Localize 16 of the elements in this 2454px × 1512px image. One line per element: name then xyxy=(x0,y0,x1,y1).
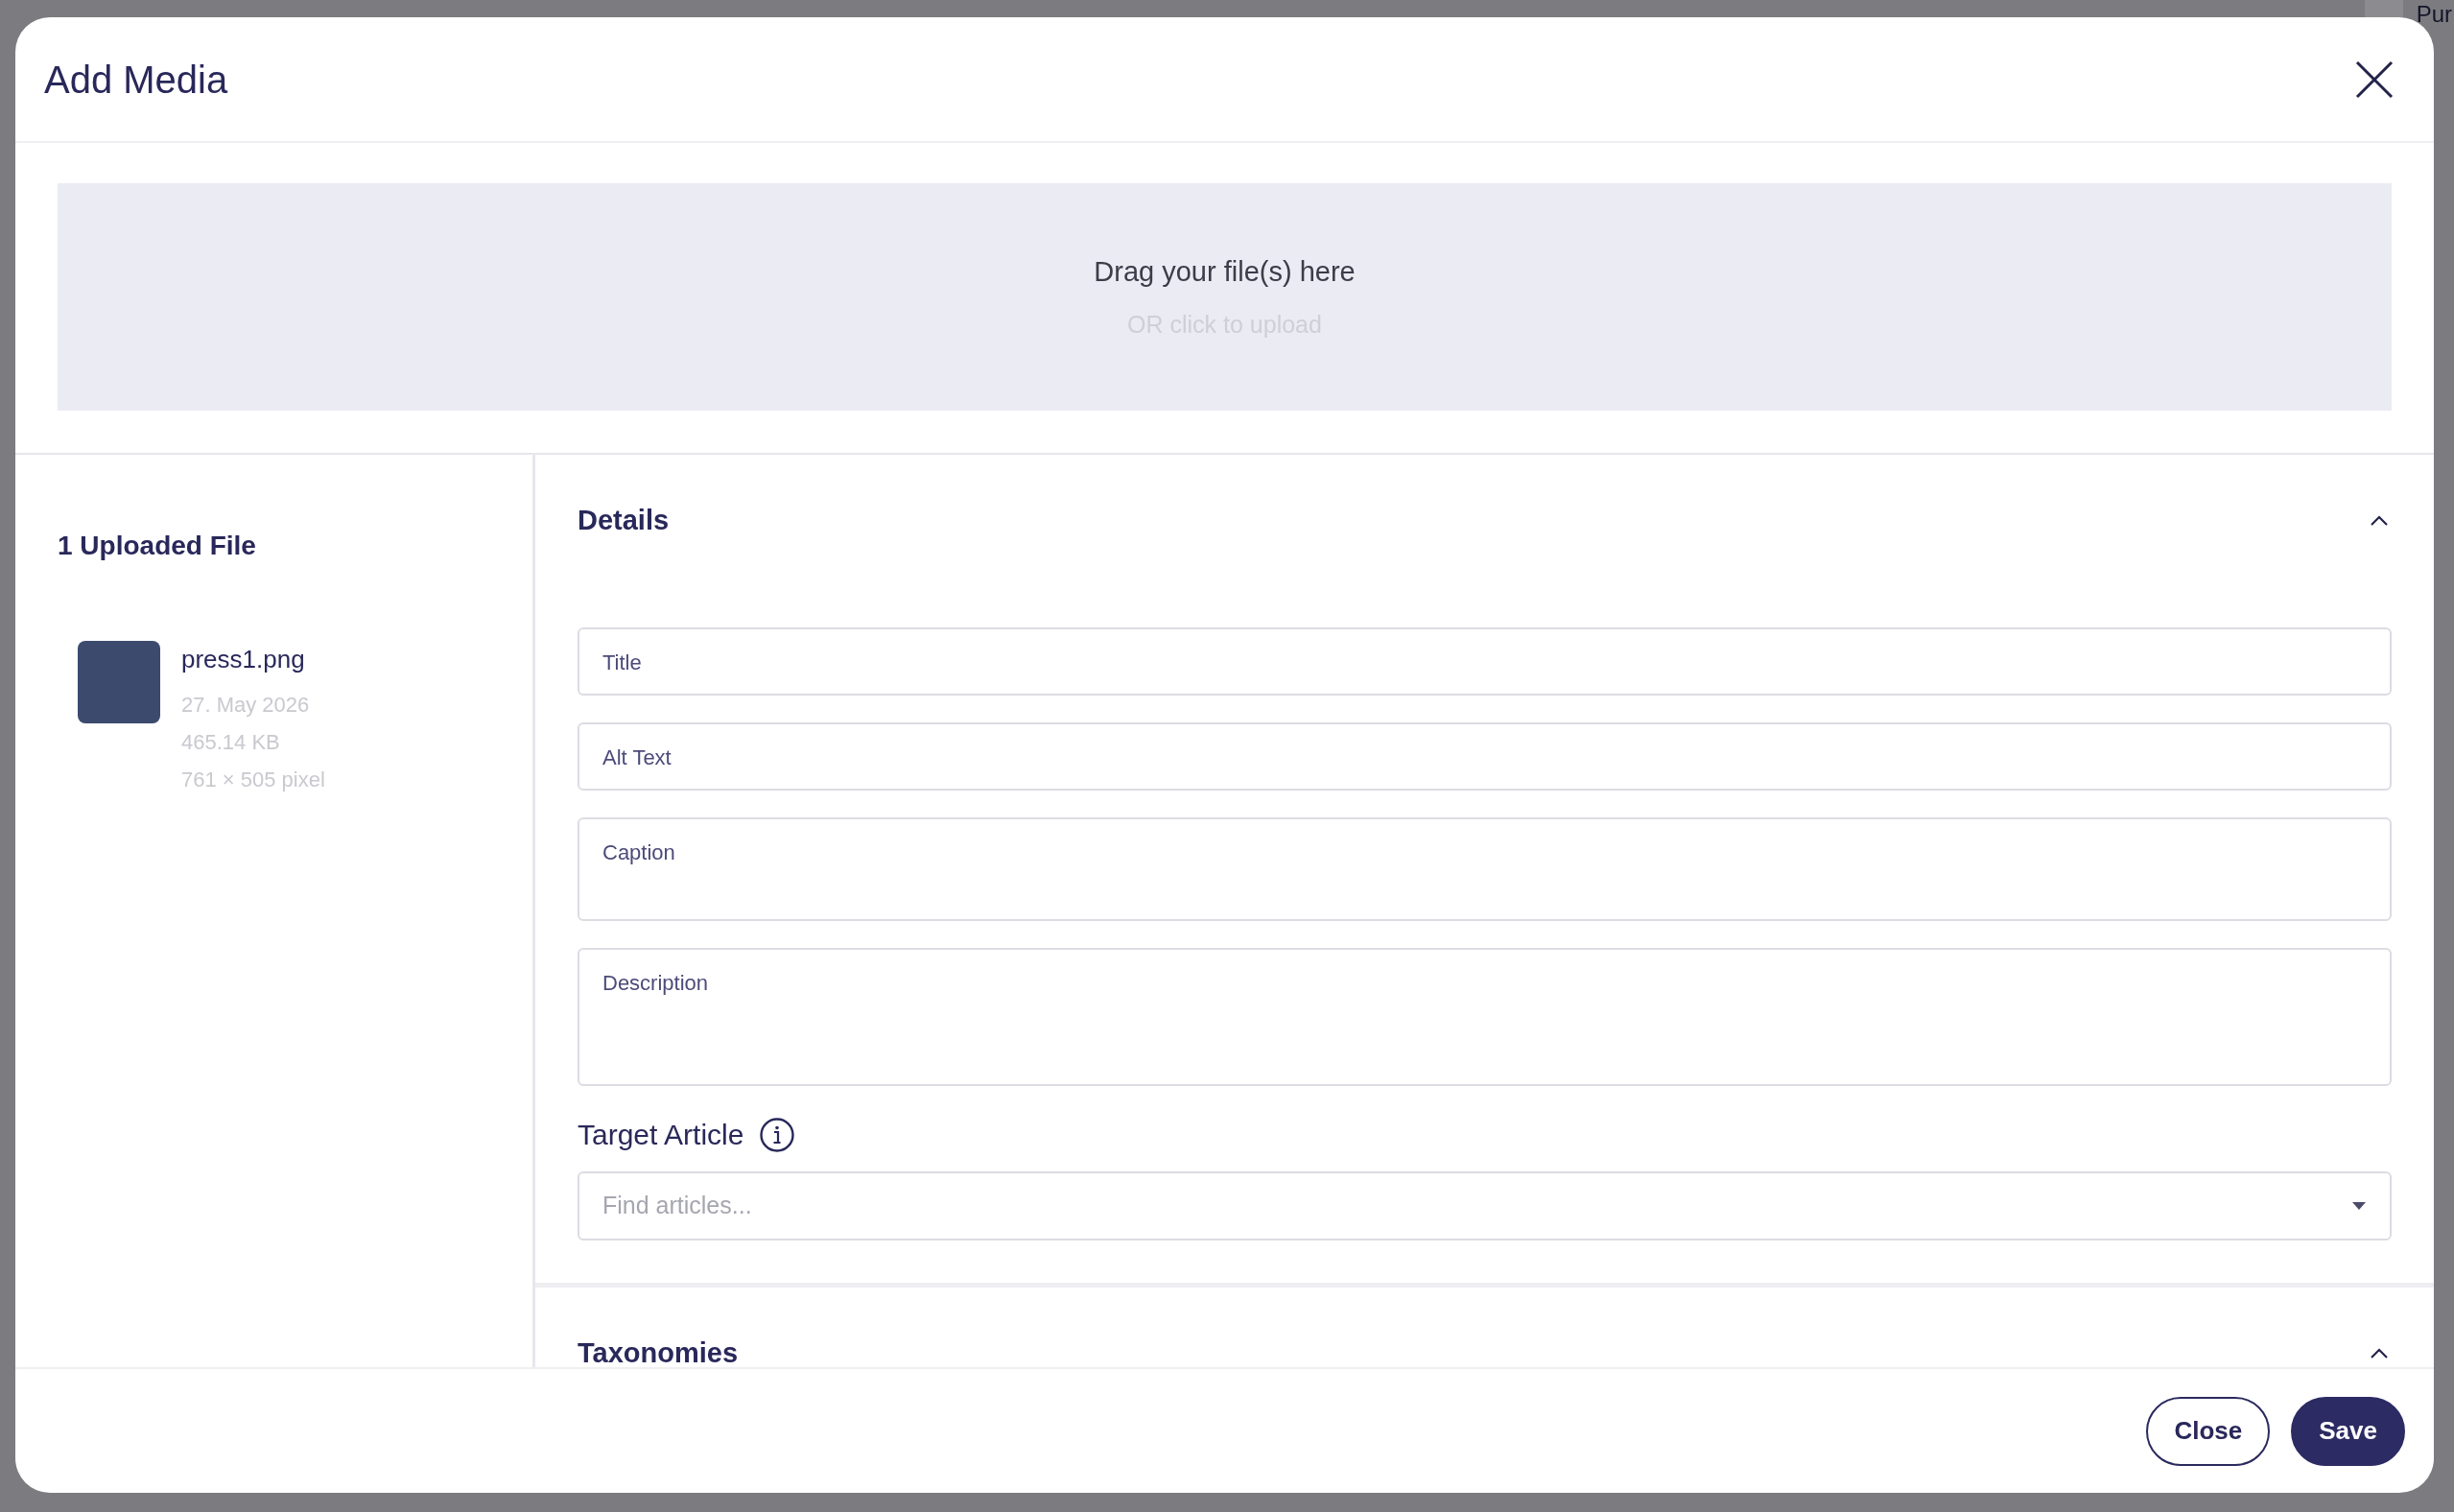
dropdown-caret-icon xyxy=(2351,1201,2367,1211)
text-field[interactable]: Alt Text xyxy=(578,722,2392,791)
file-name: press1.png xyxy=(181,644,306,675)
section-title: Taxonomies xyxy=(578,1336,739,1367)
text-field[interactable]: Caption xyxy=(578,817,2392,921)
uploaded-files-heading: 1 Uploaded File xyxy=(58,530,257,562)
close-button[interactable]: Close xyxy=(2146,1396,2271,1466)
info-icon[interactable] xyxy=(759,1116,796,1153)
save-button[interactable]: Save xyxy=(2291,1396,2405,1466)
field-label: Target Article xyxy=(578,1118,744,1152)
dropzone-heading: Drag your file(s) here xyxy=(1094,255,1356,289)
text-field[interactable]: Title xyxy=(578,627,2392,696)
dialog-title: Add Media xyxy=(44,57,228,103)
user-name: Pur xyxy=(2416,0,2453,29)
section-title: Details xyxy=(578,504,670,538)
text-field[interactable]: Description xyxy=(578,948,2392,1086)
